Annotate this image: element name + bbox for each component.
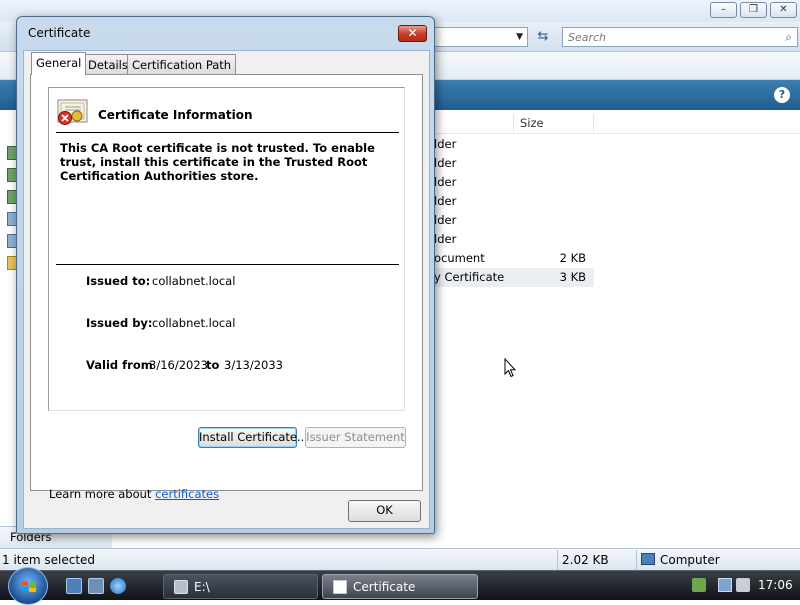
explorer-close-button[interactable]: ✕: [770, 2, 797, 18]
tab-certification-path[interactable]: Certification Path: [127, 54, 237, 74]
computer-icon: [641, 553, 655, 565]
status-divider: [557, 550, 558, 570]
status-location: Computer: [660, 553, 720, 567]
mouse-cursor-icon: [504, 358, 516, 378]
status-divider: [636, 550, 637, 570]
certificate-info-heading: Certificate Information: [98, 108, 253, 122]
clock[interactable]: 17:06: [758, 578, 793, 592]
file-row[interactable]: lder: [428, 211, 594, 230]
certificate-icon: [333, 580, 347, 594]
column-divider[interactable]: [513, 114, 514, 132]
chevron-down-icon[interactable]: ▼: [516, 32, 523, 42]
file-row[interactable]: lder: [428, 230, 594, 249]
taskbar-item-label: E:\: [194, 580, 210, 594]
dialog-close-button[interactable]: ✕: [398, 25, 427, 42]
file-row[interactable]: lder: [428, 135, 594, 154]
refresh-icon[interactable]: ⇆: [532, 27, 554, 47]
file-row[interactable]: lder: [428, 173, 594, 192]
trust-warning: This CA Root certificate is not trusted.…: [60, 141, 375, 183]
tab-details[interactable]: Details: [83, 54, 133, 74]
install-certificate-button[interactable]: Install Certificate...: [198, 427, 308, 448]
column-divider[interactable]: [593, 114, 594, 132]
learn-more: Learn more about certificates: [49, 487, 219, 501]
valid-to-label: to: [206, 358, 220, 372]
dialog-title: Certificate: [28, 26, 91, 40]
issuer-statement-button[interactable]: Issuer Statement: [305, 427, 406, 448]
dialog-body: General Details Certification Path Certi…: [23, 50, 430, 529]
column-size[interactable]: Size: [520, 116, 544, 130]
network-icon[interactable]: [718, 578, 732, 592]
help-icon[interactable]: ?: [774, 87, 790, 103]
column-header: Size: [428, 112, 800, 134]
tab-general[interactable]: General: [31, 52, 87, 75]
search-icon[interactable]: ⌕: [785, 30, 792, 45]
minimize-button[interactable]: –: [710, 2, 737, 18]
learn-more-text: Learn more about: [49, 487, 152, 501]
status-bar: 1 item selected 2.02 KB Computer: [0, 548, 800, 570]
valid-from-value: 3/16/2023: [149, 358, 208, 372]
general-tab-panel: Certificate Information This CA Root cer…: [30, 74, 423, 501]
file-row[interactable]: ocument 2 KB: [428, 249, 594, 268]
taskbar: E:\ Certificate 17:06: [0, 567, 800, 605]
certificates-link[interactable]: certificates: [155, 487, 219, 501]
file-row[interactable]: lder: [428, 192, 594, 211]
issued-to-label: Issued to:: [86, 274, 151, 288]
start-button[interactable]: [8, 567, 48, 605]
taskbar-item-label: Certificate: [353, 580, 416, 594]
issued-by-value: collabnet.local: [152, 316, 236, 330]
taskbar-item-certificate[interactable]: Certificate: [322, 574, 478, 599]
maximize-button[interactable]: ❐: [740, 2, 767, 18]
search-placeholder: Search: [568, 31, 607, 44]
issued-by-label: Issued by:: [86, 316, 153, 330]
ok-button[interactable]: OK: [348, 500, 421, 522]
show-desktop-icon[interactable]: [66, 578, 82, 594]
internet-explorer-icon[interactable]: [110, 578, 126, 594]
certificate-dialog: Certificate ✕ General Details Certificat…: [16, 16, 435, 534]
valid-to-value: 3/13/2033: [224, 358, 283, 372]
issued-to-value: collabnet.local: [152, 274, 236, 288]
taskbar-item-drive[interactable]: E:\: [163, 574, 318, 599]
status-selection: 1 item selected: [2, 553, 96, 567]
valid-from-label: Valid from: [86, 358, 153, 372]
drive-icon: [174, 580, 188, 594]
address-input[interactable]: ▼: [432, 27, 528, 47]
file-row[interactable]: lder: [428, 154, 594, 173]
windows-logo-icon: [22, 581, 36, 593]
switch-windows-icon[interactable]: [88, 578, 104, 594]
certificate-info-box: Certificate Information This CA Root cer…: [48, 87, 405, 411]
status-size: 2.02 KB: [562, 553, 609, 567]
file-row-selected[interactable]: y Certificate 3 KB: [428, 268, 594, 287]
divider: [56, 264, 399, 265]
divider: [56, 132, 399, 133]
volume-muted-icon[interactable]: [736, 578, 750, 592]
tray-vm-icon[interactable]: [692, 578, 706, 592]
search-input[interactable]: Search ⌕: [562, 27, 798, 47]
certificate-error-icon: [57, 99, 88, 125]
